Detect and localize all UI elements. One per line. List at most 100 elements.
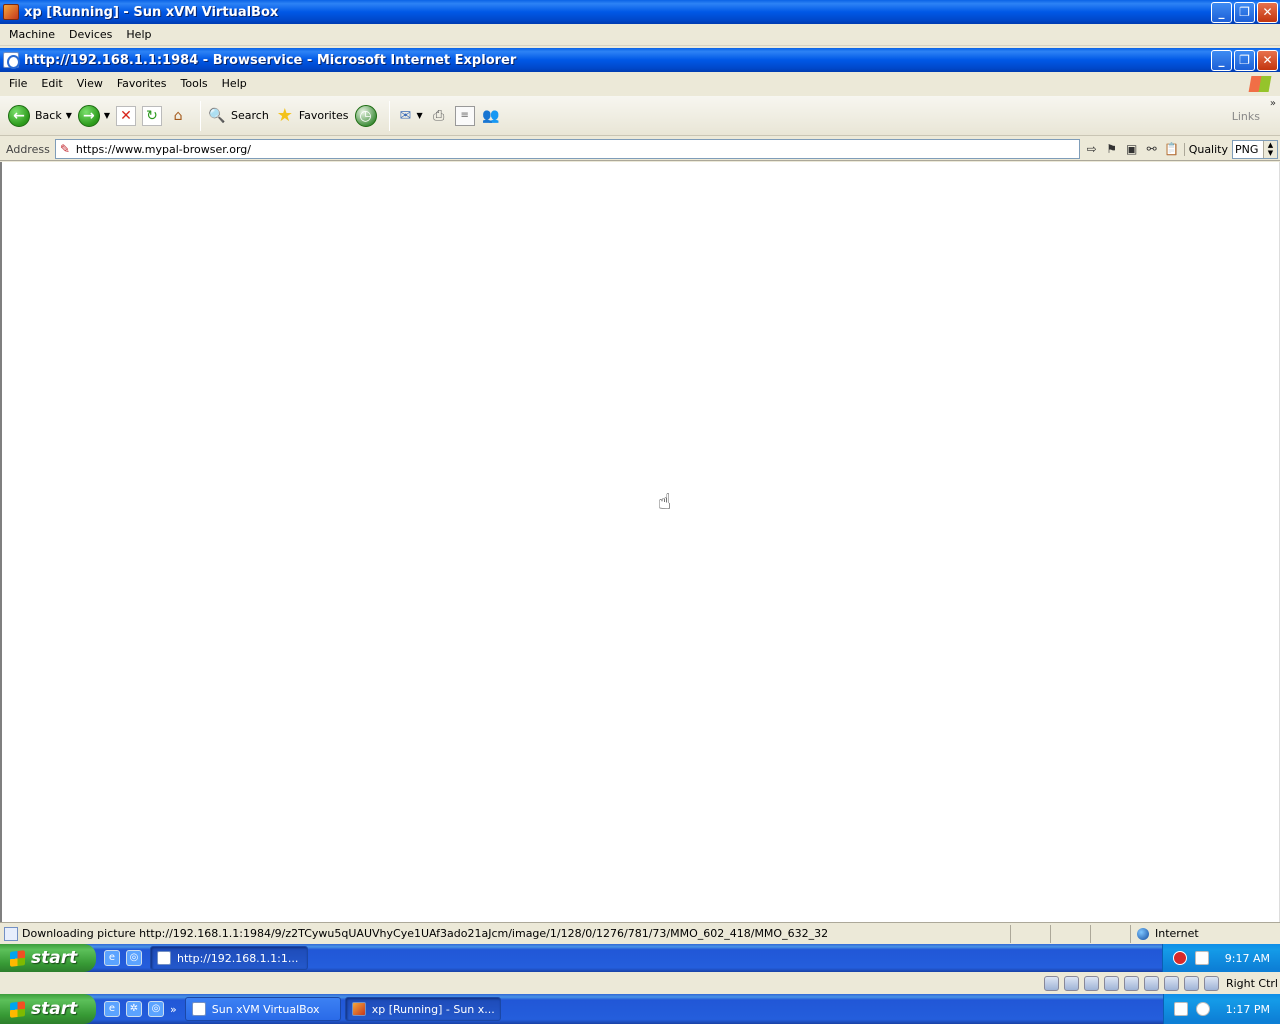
ie-quicklaunch-icon[interactable]: e: [104, 950, 120, 966]
security-zone[interactable]: Internet: [1130, 924, 1280, 943]
guest-start-label: start: [31, 948, 78, 968]
favorites-button[interactable]: ★ Favorites: [275, 105, 349, 126]
mouse-integration-icon[interactable]: [1203, 975, 1219, 991]
usb-icon[interactable]: [1123, 975, 1139, 991]
vbox-close-button[interactable]: ✕: [1257, 1, 1278, 23]
vbox-restore-button[interactable]: ❐: [1234, 1, 1255, 23]
menu-view[interactable]: View: [70, 77, 110, 90]
binoculars-icon[interactable]: ⚯: [1142, 142, 1162, 156]
forward-button[interactable]: → ▼: [77, 104, 110, 127]
menu-help-ie[interactable]: Help: [215, 77, 254, 90]
mail-button[interactable]: ✉ ▼: [396, 106, 423, 126]
menu-favorites[interactable]: Favorites: [110, 77, 174, 90]
quality-label: Quality: [1183, 142, 1232, 156]
back-button[interactable]: ← Back ▼: [8, 104, 72, 127]
refresh-button[interactable]: ↻: [142, 105, 163, 126]
quality-spinner-icon[interactable]: ▲ ▼: [1263, 140, 1277, 158]
zone-label: Internet: [1155, 927, 1199, 940]
bookmark-icon[interactable]: ⚑: [1102, 142, 1122, 156]
host-start-label: start: [31, 999, 78, 1019]
ie-quicklaunch-icon[interactable]: e: [104, 1001, 120, 1017]
ie-window-title: http://192.168.1.1:1984 - Browservice - …: [24, 52, 517, 68]
menu-edit[interactable]: Edit: [34, 77, 69, 90]
ie-titlebar[interactable]: http://192.168.1.1:1984 - Browservice - …: [0, 48, 1280, 72]
guest-quicklaunch: e ◎: [96, 950, 150, 966]
toolbar-separator: [388, 100, 390, 131]
status-pane: [1010, 924, 1050, 943]
guest-tray: 9:17 AM: [1161, 944, 1280, 972]
tray-collapse-icon[interactable]: [1195, 1002, 1210, 1016]
home-button[interactable]: ⌂: [168, 106, 188, 126]
virtualbox-icon: [3, 4, 19, 20]
stop-button[interactable]: ✕: [116, 105, 137, 126]
mail-dropdown-icon[interactable]: ▼: [417, 111, 423, 120]
links-label[interactable]: Links: [1232, 110, 1260, 123]
mail-icon: ✉: [399, 107, 412, 124]
ie-restore-button[interactable]: ❐: [1234, 49, 1255, 71]
clipboard-icon[interactable]: 📋: [1162, 142, 1182, 156]
guest-clock[interactable]: 9:17 AM: [1225, 952, 1270, 965]
vbox-minimize-button[interactable]: _: [1211, 1, 1232, 23]
quality-select[interactable]: PNG ▲ ▼: [1232, 139, 1278, 159]
host-clock[interactable]: 1:17 PM: [1226, 1003, 1270, 1016]
search-label: Search: [231, 109, 269, 122]
menu-help[interactable]: Help: [119, 28, 158, 41]
back-label: Back: [35, 109, 62, 122]
edit-page-icon: ≡: [454, 105, 475, 126]
browservice-controls: ⇨ ⚑ ▣ ⚯ 📋: [1080, 142, 1184, 156]
address-input[interactable]: ✎ https://www.mypal-browser.org/: [54, 139, 1080, 159]
shared-folders-icon[interactable]: [1143, 975, 1159, 991]
ie-toolbar: ← Back ▼ → ▼ ✕ ↻ ⌂ 🔍 Search ★ Favorites …: [0, 96, 1280, 136]
hard-disk-icon[interactable]: [1043, 975, 1059, 991]
search-button[interactable]: 🔍 Search: [207, 106, 269, 126]
host-tray: 1:17 PM: [1162, 994, 1280, 1024]
vbox-statusbar: Right Ctrl: [0, 972, 1280, 994]
status-pane: [1050, 924, 1090, 943]
printer-icon: ⎙: [433, 107, 445, 124]
ie-close-button[interactable]: ✕: [1257, 49, 1278, 71]
app-quicklaunch-icon[interactable]: ✲: [126, 1001, 142, 1017]
floppy-icon[interactable]: [1083, 975, 1099, 991]
ie-page-icon: [3, 52, 20, 69]
print-button[interactable]: ⎙: [429, 106, 449, 126]
host-task-virtualbox[interactable]: Sun xVM VirtualBox: [184, 997, 341, 1021]
history-button[interactable]: ◷: [354, 104, 377, 127]
ie-minimize-button[interactable]: _: [1211, 49, 1232, 71]
network-adapter-icon[interactable]: [1103, 975, 1119, 991]
seamless-icon[interactable]: [1163, 975, 1179, 991]
quicklaunch-chevron-icon[interactable]: »: [170, 1003, 177, 1016]
network-icon[interactable]: [1194, 951, 1209, 965]
links-chevron-icon[interactable]: »: [1270, 98, 1276, 109]
refresh-icon: ↻: [142, 105, 163, 126]
host-key-label: Right Ctrl: [1225, 976, 1278, 990]
favorites-label: Favorites: [298, 109, 349, 122]
keyboard-icon[interactable]: [1173, 1002, 1188, 1016]
menu-devices[interactable]: Devices: [62, 28, 119, 41]
find-icon[interactable]: ▣: [1122, 142, 1142, 156]
menu-tools[interactable]: Tools: [174, 77, 215, 90]
windows-flag-icon: [10, 949, 25, 967]
menu-machine[interactable]: Machine: [2, 28, 62, 41]
address-label: Address: [6, 142, 50, 156]
menu-file[interactable]: File: [2, 77, 34, 90]
back-dropdown-icon[interactable]: ▼: [66, 111, 72, 120]
messenger-button[interactable]: 👥: [481, 106, 501, 126]
cd-drive-icon[interactable]: [1063, 975, 1079, 991]
guest-task-ie[interactable]: http://192.168.1.1:1...: [150, 946, 308, 970]
toolbar-separator: [200, 100, 202, 131]
guest-start-button[interactable]: start: [0, 944, 96, 972]
host-start-button[interactable]: start: [0, 994, 96, 1024]
vbox-titlebar[interactable]: xp [Running] - Sun xVM VirtualBox _ ❐ ✕: [0, 0, 1280, 24]
go-arrow-icon[interactable]: ⇨: [1082, 142, 1102, 156]
outlook-quicklaunch-icon[interactable]: ◎: [126, 950, 142, 966]
host-task-vm[interactable]: xp [Running] - Sun x...: [344, 997, 501, 1021]
forward-dropdown-icon[interactable]: ▼: [104, 111, 110, 120]
page-content[interactable]: ☝: [0, 162, 1280, 922]
vbox-window-title: xp [Running] - Sun xVM VirtualBox: [24, 4, 279, 20]
security-alert-icon[interactable]: [1172, 951, 1187, 965]
edit-button[interactable]: ≡: [454, 105, 475, 126]
search-icon: 🔍: [208, 107, 226, 124]
insecure-site-icon: ✎: [59, 142, 70, 156]
host-task-label: xp [Running] - Sun x...: [371, 1002, 495, 1016]
outlook-quicklaunch-icon[interactable]: ◎: [148, 1001, 164, 1017]
